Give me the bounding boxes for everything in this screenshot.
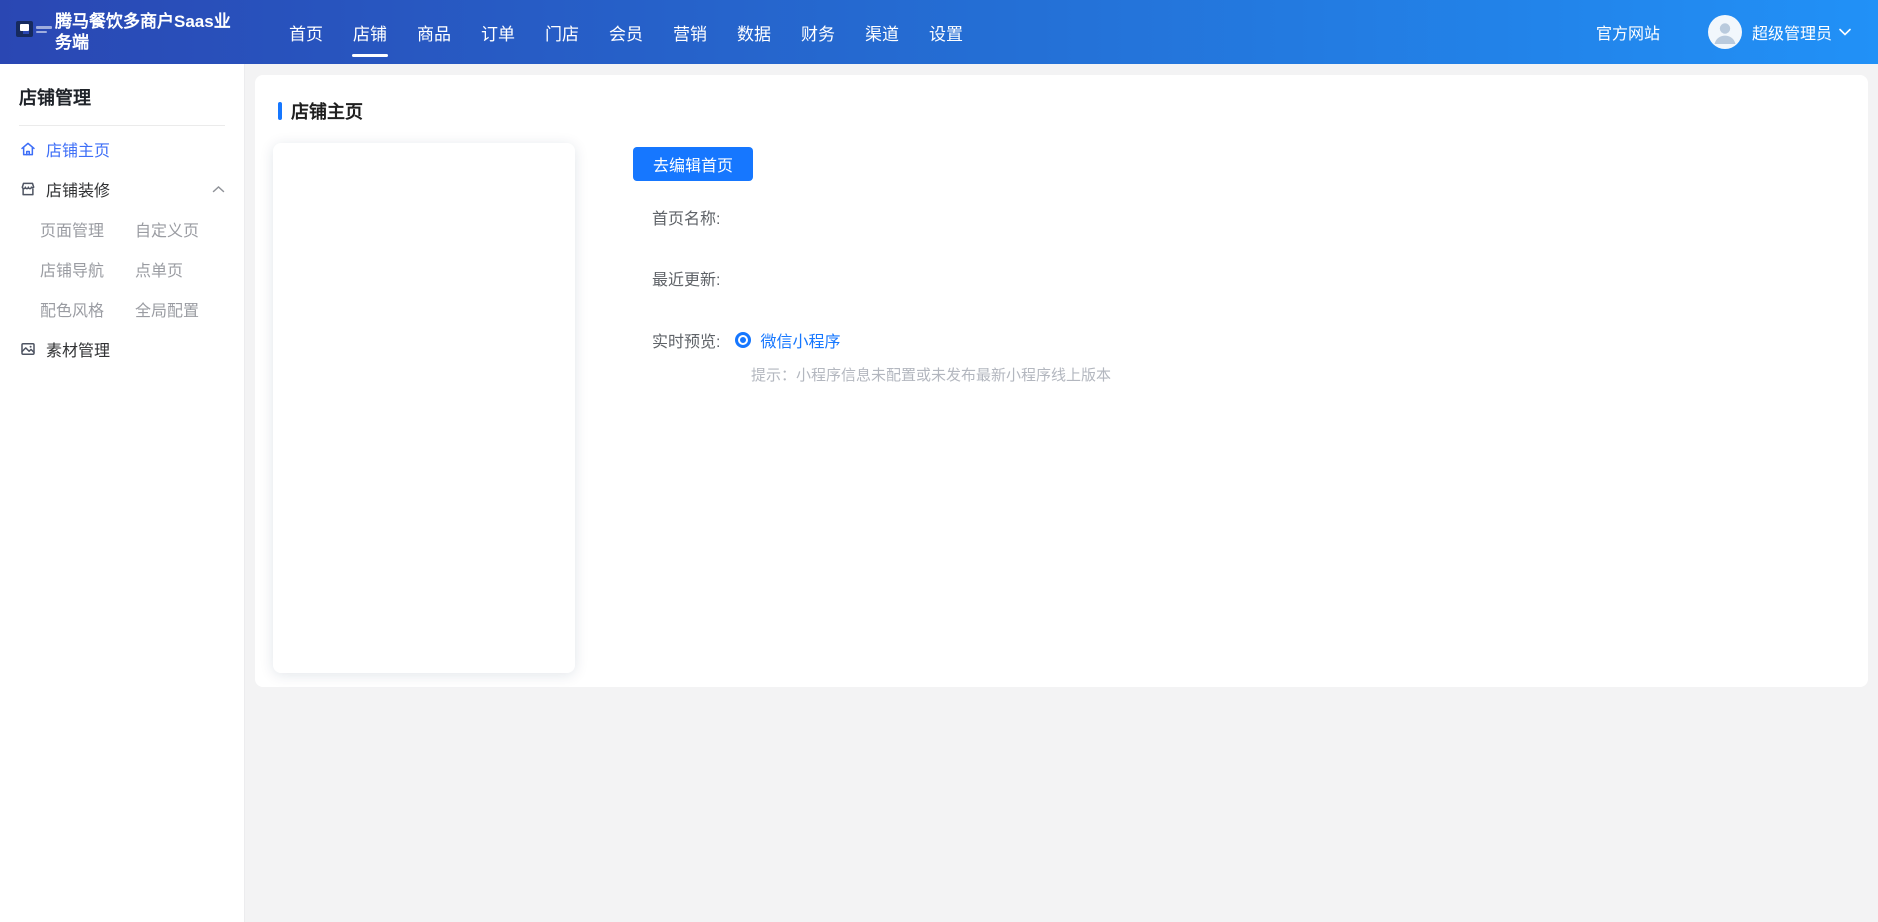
- nav-item-marketing[interactable]: 营销: [673, 0, 707, 64]
- brand-title: 腾马餐饮多商户Saas业务端: [55, 11, 244, 53]
- navbar-right: 官方网站 超级管理员: [1596, 15, 1852, 49]
- sidebar-item-label: 素材管理: [46, 337, 110, 361]
- homepage-info-column: 去编辑首页 首页名称: 最近更新: 实时预览: 微信小程序 提示：: [633, 143, 1111, 673]
- nav-menu: 首页 店铺 商品 订单 门店 会员 营销 数据 财务 渠道 设置: [274, 0, 978, 64]
- homepage-name-row: 首页名称:: [652, 205, 1111, 229]
- homepage-name-label: 首页名称:: [652, 205, 720, 229]
- section-header: 店铺主页: [278, 98, 1868, 124]
- main-area: 店铺主页 去编辑首页 首页名称: 最近更新: 实时预览:: [245, 64, 1878, 922]
- submenu-shop-navigation[interactable]: 店铺导航: [40, 257, 135, 281]
- nav-item-orders[interactable]: 订单: [481, 0, 515, 64]
- live-preview-label: 实时预览:: [652, 328, 720, 352]
- official-website-link[interactable]: 官方网站: [1596, 20, 1660, 44]
- sidebar-item-shop-decoration[interactable]: 店铺装修: [0, 169, 244, 209]
- nav-item-stores[interactable]: 门店: [545, 0, 579, 64]
- home-icon: [19, 140, 37, 158]
- last-updated-row: 最近更新:: [652, 266, 1111, 290]
- chevron-down-icon[interactable]: [1838, 27, 1852, 37]
- nav-item-shop[interactable]: 店铺: [353, 0, 387, 64]
- shop-homepage-card: 店铺主页 去编辑首页 首页名称: 最近更新: 实时预览:: [255, 75, 1868, 687]
- sidebar-title: 店铺管理: [0, 64, 244, 125]
- nav-item-settings[interactable]: 设置: [929, 0, 963, 64]
- title-accent-bar: [278, 102, 282, 120]
- submenu-color-style[interactable]: 配色风格: [40, 297, 135, 321]
- submenu-page-management[interactable]: 页面管理: [40, 217, 135, 241]
- live-preview-row: 实时预览: 微信小程序: [652, 328, 1111, 352]
- brand-logo-icon: [16, 17, 46, 41]
- nav-item-home[interactable]: 首页: [289, 0, 323, 64]
- wechat-miniprogram-radio[interactable]: [735, 332, 751, 348]
- user-icon: [1708, 15, 1742, 49]
- image-icon: [19, 340, 37, 358]
- section-title: 店铺主页: [291, 98, 363, 124]
- sidebar-item-label: 店铺装修: [46, 177, 110, 201]
- avatar[interactable]: [1708, 15, 1742, 49]
- storefront-icon: [19, 180, 37, 198]
- edit-homepage-button[interactable]: 去编辑首页: [633, 147, 753, 181]
- miniprogram-hint-text: 提示：小程序信息未配置或未发布最新小程序线上版本: [751, 364, 1111, 385]
- submenu-order-page[interactable]: 点单页: [135, 257, 230, 281]
- top-navbar: 腾马餐饮多商户Saas业务端 首页 店铺 商品 订单 门店 会员 营销 数据 财…: [0, 0, 1878, 64]
- sidebar-item-label: 店铺主页: [46, 137, 110, 161]
- nav-item-members[interactable]: 会员: [609, 0, 643, 64]
- wechat-miniprogram-link[interactable]: 微信小程序: [760, 328, 840, 352]
- username[interactable]: 超级管理员: [1752, 20, 1832, 44]
- nav-item-finance[interactable]: 财务: [801, 0, 835, 64]
- last-updated-label: 最近更新:: [652, 266, 720, 290]
- nav-item-data[interactable]: 数据: [737, 0, 771, 64]
- sidebar-item-shop-homepage[interactable]: 店铺主页: [0, 129, 244, 169]
- submenu-global-config[interactable]: 全局配置: [135, 297, 230, 321]
- homepage-preview-panel: [273, 143, 575, 673]
- shop-decoration-submenu: 页面管理 自定义页 店铺导航 点单页 配色风格 全局配置: [0, 209, 244, 329]
- sidebar: 店铺管理 店铺主页 店铺装修: [0, 64, 245, 922]
- nav-item-channels[interactable]: 渠道: [865, 0, 899, 64]
- sidebar-item-material-management[interactable]: 素材管理: [0, 329, 244, 369]
- brand: 腾马餐饮多商户Saas业务端: [16, 11, 244, 53]
- submenu-custom-page[interactable]: 自定义页: [135, 217, 230, 241]
- nav-item-goods[interactable]: 商品: [417, 0, 451, 64]
- chevron-up-icon[interactable]: [212, 185, 225, 194]
- sidebar-divider: [19, 125, 225, 126]
